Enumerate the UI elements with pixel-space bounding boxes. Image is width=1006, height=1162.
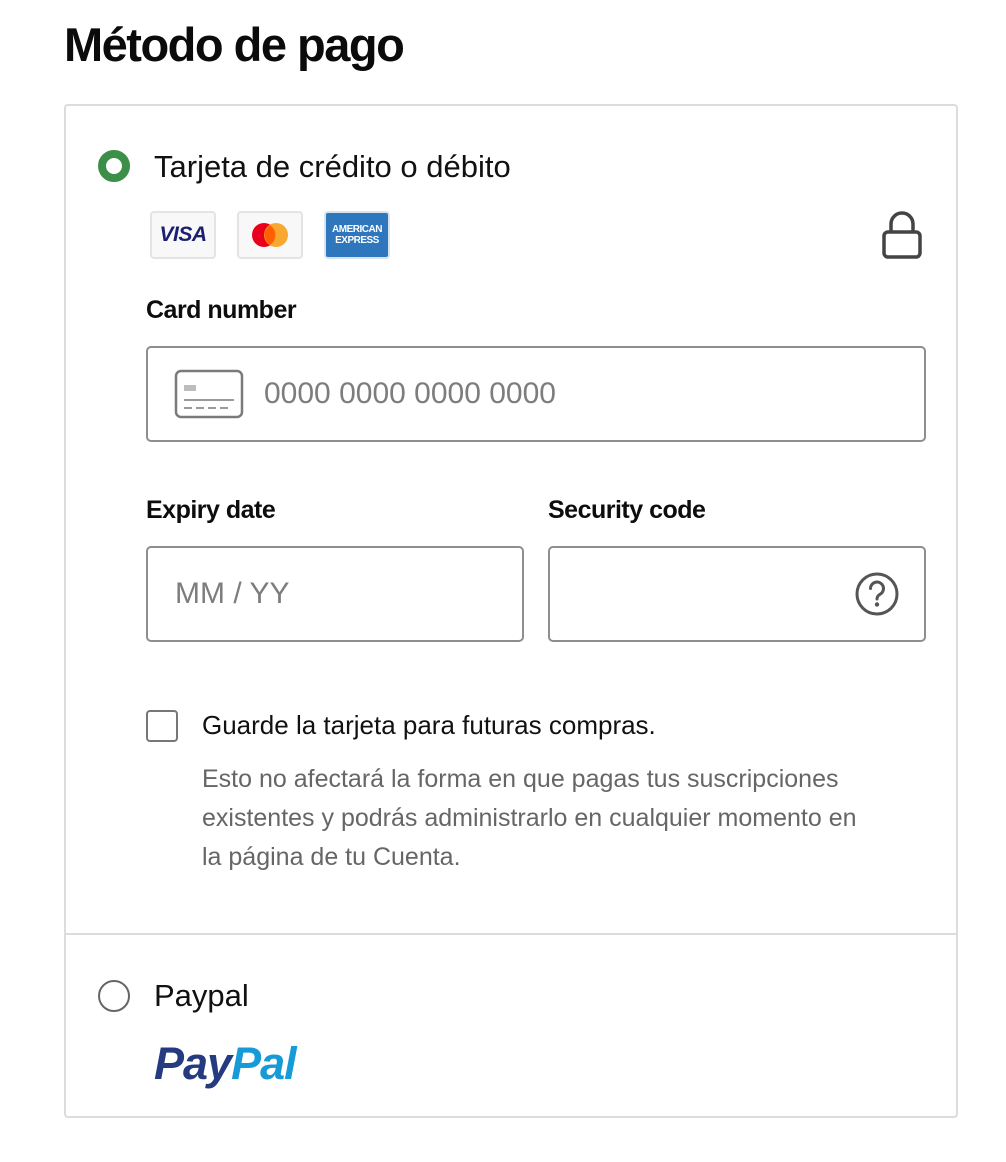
security-code-input[interactable] xyxy=(548,546,926,642)
paypal-logo: PayPal xyxy=(154,1038,297,1090)
card-number-label: Card number xyxy=(146,296,297,324)
option-divider xyxy=(66,933,956,935)
card-option-radio[interactable] xyxy=(98,150,130,182)
page-title: Método de pago xyxy=(64,18,405,71)
expiry-date-label: Expiry date xyxy=(146,496,276,524)
paypal-logo-part2: Pal xyxy=(231,1038,297,1089)
paypal-option-radio[interactable] xyxy=(98,980,130,1012)
amex-logo: AMERICAN EXPRESS xyxy=(324,211,390,259)
payment-method-panel: Tarjeta de crédito o débito VISA AMERICA… xyxy=(64,104,958,1118)
security-code-label: Security code xyxy=(548,496,706,524)
amex-logo-line2: EXPRESS xyxy=(335,235,379,246)
visa-logo: VISA xyxy=(150,211,216,259)
question-circle-icon[interactable] xyxy=(854,571,900,617)
expiry-date-placeholder: MM / YY xyxy=(175,577,290,610)
save-card-label[interactable]: Guarde la tarjeta para futuras compras. xyxy=(202,707,656,743)
card-number-input[interactable]: 0000 0000 0000 0000 xyxy=(146,346,926,442)
card-option-label[interactable]: Tarjeta de crédito o débito xyxy=(154,147,511,187)
save-card-checkbox[interactable] xyxy=(146,710,178,742)
paypal-option-label[interactable]: Paypal xyxy=(154,976,249,1016)
credit-card-icon xyxy=(174,369,244,419)
save-card-help-text: Esto no afectará la forma en que pagas t… xyxy=(202,765,857,871)
amex-logo-line1: AMERICAN xyxy=(332,224,382,235)
mastercard-logo xyxy=(237,211,303,259)
card-number-placeholder: 0000 0000 0000 0000 xyxy=(264,377,556,410)
visa-logo-text: VISA xyxy=(159,223,207,246)
lock-icon xyxy=(882,211,922,259)
paypal-logo-part1: Pay xyxy=(154,1038,232,1089)
expiry-date-input[interactable]: MM / YY xyxy=(146,546,524,642)
mastercard-logo-circles xyxy=(252,223,288,247)
